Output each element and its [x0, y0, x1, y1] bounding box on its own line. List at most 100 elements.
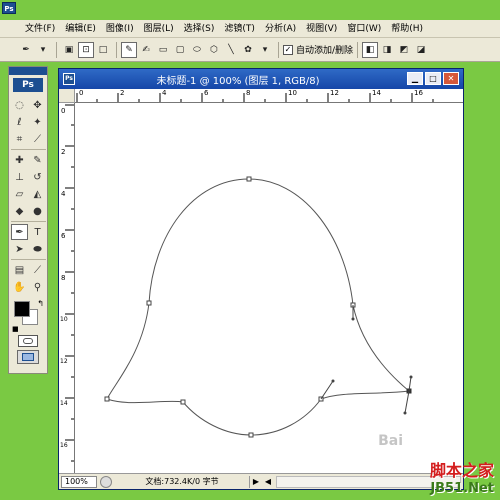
anchor-point[interactable]: [104, 396, 110, 402]
direction-handle[interactable]: [331, 379, 335, 383]
toolbox: Ps ◌ ✥ ℓ ✦ ⌗ ⟋ ✚ ✎ ⊥ ↺ ▱ ◭ ◆ ● ✒ T ➤ ⬬ ▤…: [8, 66, 48, 374]
healing-brush-tool-icon[interactable]: ✚: [11, 152, 28, 168]
slice-tool-icon[interactable]: ⟋: [29, 131, 46, 147]
custom-shape-icon[interactable]: ✿: [240, 42, 256, 58]
status-bar: 100% 文档:732.4K/0 字节 ▶ ◀: [59, 473, 463, 489]
auto-add-delete-label: 自动添加/删除: [296, 46, 354, 56]
quick-mask-button[interactable]: [18, 335, 38, 347]
path-selection-tool-icon[interactable]: ➤: [11, 241, 28, 257]
notes-tool-icon[interactable]: ▤: [11, 262, 28, 278]
dropdown-arrow-icon[interactable]: ▾: [257, 42, 273, 58]
clone-stamp-tool-icon[interactable]: ⊥: [11, 169, 28, 185]
direction-handle[interactable]: [351, 317, 355, 321]
anchor-point[interactable]: [146, 300, 152, 306]
foreground-color-swatch[interactable]: [14, 301, 30, 317]
history-brush-tool-icon[interactable]: ↺: [29, 169, 46, 185]
document-info: 文档:732.4K/0 字节: [115, 475, 250, 488]
hand-tool-icon[interactable]: ✋: [11, 279, 28, 295]
blur-tool-icon[interactable]: ◆: [11, 203, 28, 219]
ruler-left-label: 4: [61, 190, 66, 198]
brush-tool-icon[interactable]: ✎: [29, 152, 46, 168]
zoom-field[interactable]: 100%: [61, 475, 97, 488]
menu-view[interactable]: 视图(V): [301, 20, 342, 38]
separator: [357, 41, 359, 58]
ruler-left[interactable]: 0 2 4 6 8 10 12 14 16: [59, 103, 75, 473]
canvas[interactable]: Bai: [75, 103, 463, 473]
separator: [11, 259, 46, 260]
document-title-bar[interactable]: Ps 未标题-1 @ 100% (图层 1, RGB/8) ▁ □ ✕: [59, 69, 463, 89]
path-add-icon[interactable]: ◧: [362, 41, 379, 58]
ruler-top-label: 2: [120, 89, 125, 97]
menu-edit[interactable]: 编辑(E): [60, 20, 101, 38]
path-intersect-icon[interactable]: ◩: [396, 42, 412, 58]
watermark-line-1: 脚本之家: [429, 461, 494, 480]
menu-window[interactable]: 窗口(W): [342, 20, 386, 38]
line-shape-icon[interactable]: ╲: [223, 42, 239, 58]
screen-mode-button[interactable]: [17, 350, 39, 364]
ruler-corner[interactable]: [59, 89, 75, 103]
default-colors-icon[interactable]: ■: [12, 325, 19, 333]
ellipse-shape-icon[interactable]: ⬭: [189, 42, 205, 58]
path-subtract-icon[interactable]: ◨: [379, 42, 395, 58]
crop-tool-icon[interactable]: ⌗: [11, 131, 28, 147]
polygon-shape-icon[interactable]: ⬡: [206, 42, 222, 58]
marquee-tool-icon[interactable]: ◌: [11, 97, 28, 113]
magic-wand-tool-icon[interactable]: ✦: [29, 114, 46, 130]
shape-layers-icon[interactable]: ▣: [61, 42, 77, 58]
menu-help[interactable]: 帮助(H): [386, 20, 428, 38]
direction-handle[interactable]: [403, 411, 407, 415]
close-button[interactable]: ✕: [443, 72, 459, 85]
fill-pixels-icon[interactable]: □: [95, 42, 111, 58]
ruler-top-label: 16: [414, 89, 423, 97]
app-logo: Ps: [2, 2, 16, 14]
pen-tool-icon[interactable]: ✒: [11, 224, 28, 240]
minimize-button[interactable]: ▁: [407, 72, 423, 85]
menu-file[interactable]: 文件(F): [20, 20, 60, 38]
pen-preset-icon[interactable]: ✒: [18, 42, 34, 58]
auto-add-delete-checkbox[interactable]: ✓: [283, 44, 293, 55]
direction-handle[interactable]: [409, 375, 413, 379]
separator: [56, 41, 57, 58]
eyedropper-tool-icon[interactable]: ⟋: [29, 262, 46, 278]
document-icon: Ps: [63, 73, 75, 85]
pen-tool-icon[interactable]: ✎: [121, 41, 137, 58]
paths-mode-icon[interactable]: ⊡: [78, 41, 94, 58]
ruler-top-label: 0: [79, 89, 84, 97]
ruler-top[interactable]: 0 2 4 6 8 10 12 14 16: [75, 89, 463, 103]
menu-filter[interactable]: 滤镜(T): [219, 20, 260, 38]
menu-layer[interactable]: 图层(L): [139, 20, 179, 38]
menu-select[interactable]: 选择(S): [179, 20, 220, 38]
swap-colors-icon[interactable]: ↰: [37, 299, 44, 308]
status-options-icon[interactable]: [100, 475, 112, 488]
ruler-top-ticks: [76, 93, 434, 102]
dodge-tool-icon[interactable]: ●: [29, 203, 46, 219]
anchor-point[interactable]: [248, 432, 254, 438]
status-menu-arrow-icon[interactable]: ▶: [250, 476, 262, 488]
menu-analysis[interactable]: 分析(A): [260, 20, 301, 38]
ruler-left-label: 10: [60, 316, 68, 323]
move-tool-icon[interactable]: ✥: [29, 97, 46, 113]
scroll-left-icon[interactable]: ◀: [262, 476, 274, 488]
eraser-tool-icon[interactable]: ▱: [11, 186, 28, 202]
zoom-tool-icon[interactable]: ⚲: [29, 279, 46, 295]
freeform-pen-icon[interactable]: ✍: [138, 42, 154, 58]
type-tool-icon[interactable]: T: [29, 224, 46, 240]
ellipse-tool-icon[interactable]: ⬬: [29, 241, 46, 257]
toolbox-grip[interactable]: [9, 67, 47, 75]
maximize-button[interactable]: □: [425, 72, 441, 85]
rounded-rectangle-icon[interactable]: ▢: [172, 42, 188, 58]
menu-image[interactable]: 图像(I): [101, 20, 139, 38]
color-swatches: ↰ ■: [12, 299, 44, 333]
rectangle-shape-icon[interactable]: ▭: [155, 42, 171, 58]
paint-bucket-tool-icon[interactable]: ◭: [29, 186, 46, 202]
ruler-left-label: 0: [61, 107, 66, 115]
separator: [278, 41, 279, 58]
path-exclude-icon[interactable]: ◪: [413, 42, 429, 58]
pen-path[interactable]: [106, 178, 411, 436]
anchor-point[interactable]: [180, 399, 186, 405]
ruler-left-label: 8: [61, 274, 66, 282]
anchor-point[interactable]: [246, 176, 252, 182]
lasso-tool-icon[interactable]: ℓ: [11, 114, 28, 130]
dropdown-arrow-icon[interactable]: ▾: [35, 42, 51, 58]
toolbox-logo: Ps: [13, 78, 43, 92]
